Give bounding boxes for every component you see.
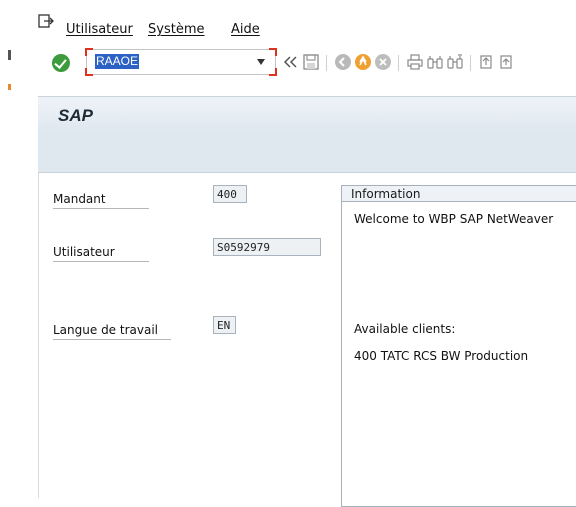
toolbar-separator (326, 55, 327, 71)
language-label: Langue de travail (53, 323, 171, 340)
find-icon[interactable] (426, 53, 444, 71)
command-field[interactable]: RAAOE (85, 48, 277, 76)
user-input[interactable]: S0592979 (213, 238, 321, 256)
user-label: Utilisateur (53, 245, 149, 262)
focus-corner (85, 48, 93, 56)
exit-icon[interactable] (354, 53, 372, 71)
find-next-icon[interactable] (446, 53, 464, 71)
focus-corner (85, 68, 93, 76)
save-icon[interactable] (302, 53, 320, 71)
toolbar-separator (470, 55, 471, 71)
first-page-icon[interactable] (478, 53, 496, 71)
application-toolbar (38, 136, 576, 173)
cancel-icon[interactable] (374, 53, 392, 71)
menu-item-utilisateur[interactable]: Utilisateur (66, 22, 133, 37)
menu-exit-icon[interactable] (38, 14, 54, 28)
available-clients-heading: Available clients: (354, 322, 456, 336)
focus-corner (269, 48, 277, 56)
client-list-item: 400 TATC RCS BW Production (354, 349, 529, 363)
chevron-down-icon[interactable] (257, 59, 265, 65)
menu-item-aide[interactable]: Aide (231, 22, 260, 37)
information-title: Information (342, 186, 576, 202)
focus-corner (269, 68, 277, 76)
previous-page-icon[interactable] (498, 53, 516, 71)
menu-bar: Utilisateur Système Aide (12, 0, 576, 42)
window-left-edge (0, 0, 12, 498)
language-input[interactable]: EN (213, 316, 236, 334)
client-input[interactable]: 400 (213, 185, 247, 203)
toolbar-separator (398, 55, 399, 71)
menu-item-systeme[interactable]: Système (148, 22, 204, 37)
collapse-left-icon[interactable] (282, 53, 300, 71)
title-bar: SAP (38, 96, 576, 137)
edge-marker (8, 50, 11, 60)
print-icon[interactable] (406, 53, 424, 71)
enter-check-icon[interactable] (52, 54, 70, 72)
login-screen: Mandant 400 Utilisateur S0592979 Langue … (38, 173, 576, 507)
edge-marker (8, 84, 11, 90)
back-icon[interactable] (334, 53, 352, 71)
system-toolbar: RAAOE (12, 46, 576, 80)
command-field-value[interactable]: RAAOE (95, 54, 140, 69)
client-label: Mandant (53, 192, 149, 209)
welcome-text: Welcome to WBP SAP NetWeaver (354, 212, 554, 226)
information-panel: Information Welcome to WBP SAP NetWeaver… (341, 185, 576, 507)
page-title: SAP (58, 106, 93, 125)
